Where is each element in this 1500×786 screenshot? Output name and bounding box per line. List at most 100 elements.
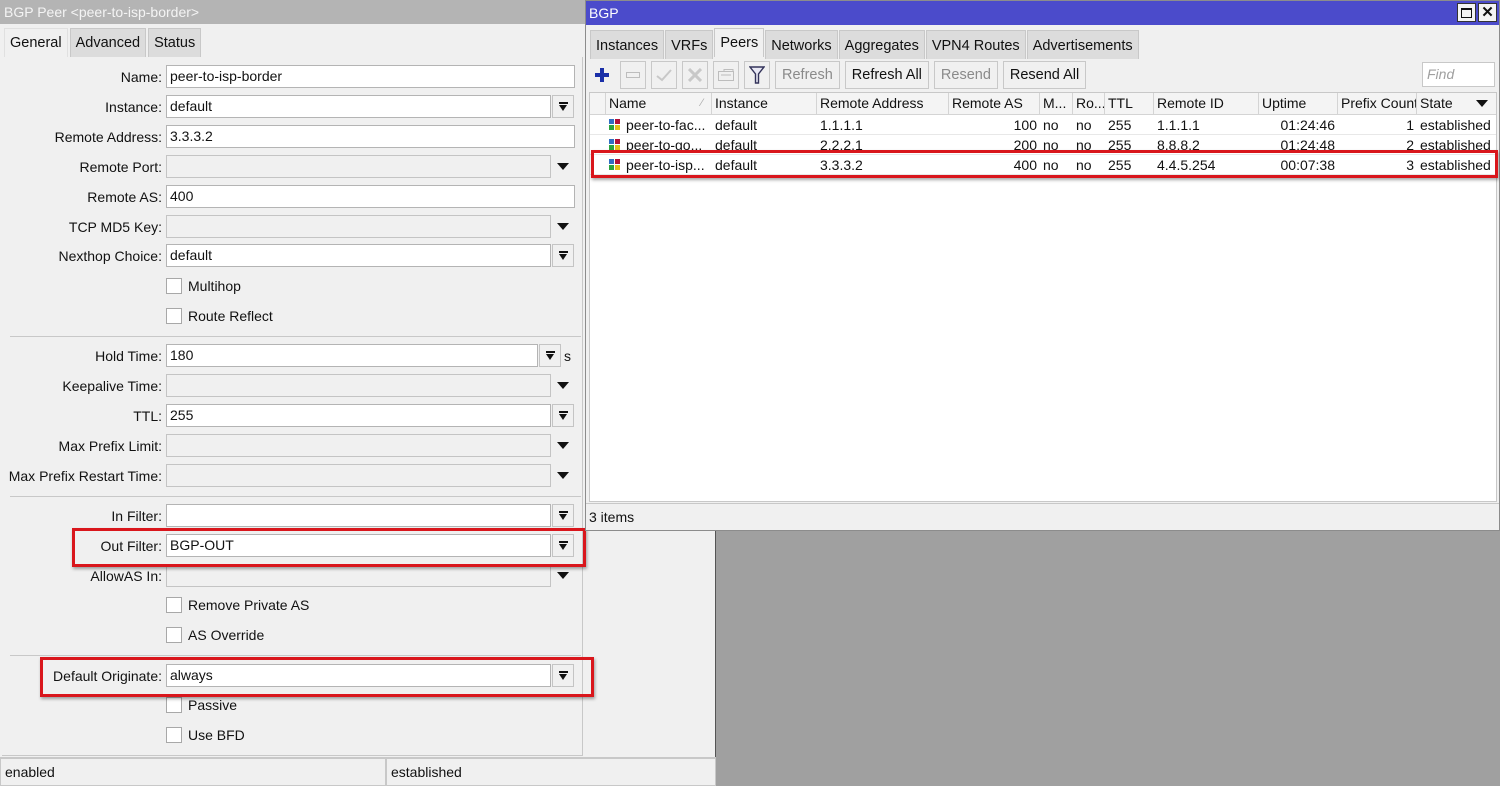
column-header-ttl[interactable]: TTL — [1105, 93, 1154, 114]
keepalive-time-field[interactable] — [166, 374, 551, 397]
keepalive-time-label: Keepalive Time: — [62, 378, 162, 394]
instance-label: Instance: — [105, 99, 162, 115]
column-header-remote-as[interactable]: Remote AS — [949, 93, 1040, 114]
filter-button[interactable] — [744, 61, 770, 89]
allowas-in-field[interactable] — [166, 564, 551, 587]
bgp-peer-icon — [609, 159, 621, 171]
column-header-remote-id[interactable]: Remote ID — [1154, 93, 1259, 114]
bgp-window-title[interactable]: BGP — [586, 1, 1499, 25]
in-filter-label: In Filter: — [111, 508, 162, 524]
remove-button[interactable] — [620, 61, 646, 89]
default-originate-field[interactable]: always — [166, 664, 551, 687]
tab-general[interactable]: General — [4, 28, 68, 57]
use-bfd-option[interactable]: Use BFD — [166, 725, 245, 745]
instance-dropdown-button[interactable] — [552, 95, 574, 118]
ttl-field[interactable]: 255 — [166, 404, 551, 427]
items-count: 3 items — [586, 503, 1499, 530]
remove-private-as-checkbox[interactable] — [166, 597, 182, 613]
remote-address-field[interactable]: 3.3.3.2 — [166, 125, 575, 148]
remove-private-as-option[interactable]: Remove Private AS — [166, 595, 309, 615]
remote-port-field[interactable] — [166, 155, 551, 178]
tcp-md5-key-expand-button[interactable] — [552, 215, 574, 238]
enable-button[interactable] — [651, 61, 677, 89]
in-filter-dropdown-button[interactable] — [552, 504, 574, 527]
column-menu-button[interactable] — [1476, 100, 1488, 107]
remote-as-row: Remote AS: 400 — [2, 185, 583, 209]
allowas-in-expand-button[interactable] — [552, 564, 574, 587]
column-header-instance[interactable]: Instance — [712, 93, 817, 114]
tab-status[interactable]: Status — [148, 28, 202, 57]
tab-networks[interactable]: Networks — [765, 30, 838, 59]
remote-port-label: Remote Port: — [79, 159, 162, 175]
tab-vrfs[interactable]: VRFs — [665, 30, 714, 59]
as-override-checkbox[interactable] — [166, 627, 182, 643]
tab-peers[interactable]: Peers — [714, 28, 765, 57]
refresh-all-button[interactable]: Refresh All — [844, 61, 929, 89]
column-header-route-reflect[interactable]: Ro... — [1073, 93, 1105, 114]
hold-time-label: Hold Time: — [95, 348, 162, 364]
tab-aggregates[interactable]: Aggregates — [838, 30, 925, 59]
name-field[interactable]: peer-to-isp-border — [166, 65, 575, 88]
maximize-button[interactable] — [1457, 3, 1476, 22]
remote-port-expand-button[interactable] — [552, 155, 574, 178]
disable-button[interactable] — [682, 61, 708, 89]
cell-remote-address: 2.2.2.1 — [820, 137, 863, 153]
comment-button[interactable] — [713, 61, 739, 89]
column-header-remote-address[interactable]: Remote Address — [817, 93, 949, 114]
nexthop-choice-field[interactable]: default — [166, 244, 551, 267]
column-header-uptime[interactable]: Uptime — [1259, 93, 1338, 114]
max-prefix-limit-expand-button[interactable] — [552, 434, 574, 457]
passive-checkbox[interactable] — [166, 697, 182, 713]
route-reflect-option[interactable]: Route Reflect — [166, 306, 273, 326]
peers-toolbar: Refresh Refresh All Resend Resend All — [589, 60, 1091, 90]
table-row[interactable]: peer-to-fac... default 1.1.1.1 100 no no 255 1.… — [590, 115, 1496, 135]
column-header-multihop[interactable]: M... — [1040, 93, 1073, 114]
instance-field[interactable]: default — [166, 95, 551, 118]
resend-button[interactable]: Resend — [933, 61, 998, 89]
cell-instance: default — [715, 137, 758, 153]
use-bfd-checkbox[interactable] — [166, 727, 182, 743]
table-row[interactable]: peer-to-isp... default 3.3.3.2 400 no no 255 4.… — [590, 155, 1496, 175]
bgp-tabs: Instances VRFs Peers Networks Aggregates… — [590, 28, 1140, 59]
tab-advanced[interactable]: Advanced — [69, 28, 147, 57]
remote-as-label: Remote AS: — [87, 189, 162, 205]
find-input[interactable]: Find — [1422, 62, 1495, 87]
table-row[interactable]: peer-to-go... default 2.2.2.1 200 no no 255 8.8… — [590, 135, 1496, 155]
cell-remote-id: 4.4.5.254 — [1157, 157, 1216, 173]
ttl-dropdown-button[interactable] — [552, 404, 574, 427]
cell-instance: default — [715, 117, 758, 133]
max-prefix-restart-time-field[interactable] — [166, 464, 551, 487]
tab-vpn4-routes[interactable]: VPN4 Routes — [925, 30, 1026, 59]
remote-as-field[interactable]: 400 — [166, 185, 575, 208]
hold-time-field[interactable]: 180 — [166, 344, 538, 367]
multihop-option[interactable]: Multihop — [166, 276, 241, 296]
tcp-md5-key-field[interactable] — [166, 215, 551, 238]
passive-option[interactable]: Passive — [166, 695, 237, 715]
as-override-option[interactable]: AS Override — [166, 625, 264, 645]
refresh-button[interactable]: Refresh — [775, 61, 840, 89]
triangle-down-icon — [557, 382, 569, 389]
max-prefix-limit-field[interactable] — [166, 434, 551, 457]
close-button[interactable]: ✕ — [1478, 3, 1497, 22]
status-connection-state: established — [386, 758, 716, 786]
peer-tabs: General Advanced Status — [4, 28, 203, 57]
column-header-prefix-count[interactable]: Prefix Count — [1338, 93, 1417, 114]
default-originate-dropdown-button[interactable] — [552, 664, 574, 687]
out-filter-dropdown-button[interactable] — [552, 534, 574, 557]
add-button[interactable] — [589, 61, 615, 89]
check-icon — [656, 69, 672, 82]
resend-all-button[interactable]: Resend All — [1002, 61, 1087, 89]
name-label: Name: — [120, 69, 162, 85]
hold-time-dropdown-button[interactable] — [539, 344, 561, 367]
route-reflect-checkbox[interactable] — [166, 308, 182, 324]
in-filter-field[interactable] — [166, 504, 551, 527]
max-prefix-restart-time-expand-button[interactable] — [552, 464, 574, 487]
column-header-name[interactable]: Name ⁄ — [606, 93, 712, 114]
keepalive-time-expand-button[interactable] — [552, 374, 574, 397]
multihop-checkbox[interactable] — [166, 278, 182, 294]
use-bfd-label: Use BFD — [188, 727, 245, 743]
tab-advertisements[interactable]: Advertisements — [1026, 30, 1139, 59]
tab-instances[interactable]: Instances — [590, 30, 665, 59]
out-filter-field[interactable]: BGP-OUT — [166, 534, 551, 557]
nexthop-choice-dropdown-button[interactable] — [552, 244, 574, 267]
